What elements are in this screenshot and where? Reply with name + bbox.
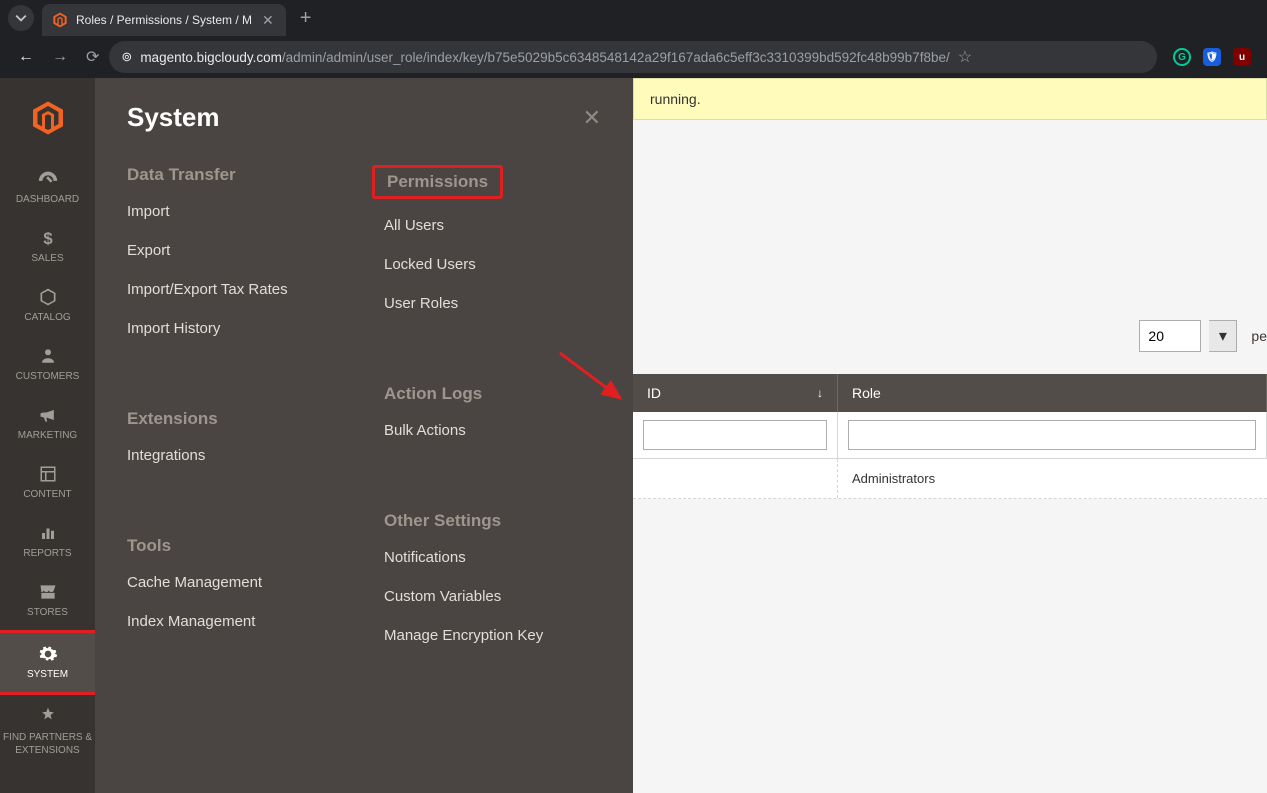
nav-label: DASHBOARD [16,194,79,205]
table-row[interactable]: Administrators [633,459,1267,499]
link-import-history[interactable]: Import History [127,320,344,337]
cell-id [633,459,838,498]
tab-title: Roles / Permissions / System / M [76,13,252,27]
roles-grid: ID↓ Role Administrators [633,374,1267,499]
link-manage-encryption[interactable]: Manage Encryption Key [384,627,601,644]
sidebar-item-system-highlight: SYSTEM [0,630,98,695]
url-text: magento.bigcloudy.com/admin/admin/user_r… [140,50,949,65]
extension-ublock-icon[interactable]: u [1233,48,1251,66]
flyout-column-1: Data Transfer Import Export Import/Expor… [127,165,344,666]
forward-button[interactable]: → [52,48,68,66]
section-other-settings: Other Settings [384,511,601,531]
sidebar-item-dashboard[interactable]: DASHBOARD [0,158,95,217]
layout-icon [37,463,59,485]
link-all-users[interactable]: All Users [384,217,601,234]
sidebar-item-sales[interactable]: $ SALES [0,217,95,276]
sidebar-item-customers[interactable]: CUSTOMERS [0,335,95,394]
megaphone-icon [37,404,59,426]
section-data-transfer: Data Transfer [127,165,344,185]
column-header-role[interactable]: Role [838,374,1267,412]
person-icon [37,345,59,367]
section-permissions-highlight: Permissions [384,165,601,199]
link-index-management[interactable]: Index Management [127,613,344,630]
bars-icon [37,522,59,544]
nav-label: STORES [27,607,68,618]
section-extensions: Extensions [127,409,344,429]
nav-label: CATALOG [24,312,70,323]
browser-toolbar: ← → ⟳ ⊚ magento.bigcloudy.com/admin/admi… [0,36,1267,78]
link-bulk-actions[interactable]: Bulk Actions [384,422,601,439]
flyout-close-icon[interactable]: ✕ [583,105,601,131]
link-user-roles[interactable]: User Roles [384,295,601,312]
browser-tab[interactable]: Roles / Permissions / System / M ✕ [42,4,286,36]
storefront-icon [37,581,59,603]
sidebar-item-reports[interactable]: REPORTS [0,512,95,571]
sort-arrow-down-icon: ↓ [817,386,823,400]
link-import-export-tax[interactable]: Import/Export Tax Rates [127,281,344,298]
back-button[interactable]: ← [18,48,34,66]
partners-icon [37,705,59,727]
nav-label: CONTENT [23,489,71,500]
nav-label: SYSTEM [27,669,68,680]
sidebar-item-catalog[interactable]: CATALOG [0,276,95,335]
nav-label: REPORTS [23,548,71,559]
filter-input-role[interactable] [848,420,1256,450]
admin-sidebar: DASHBOARD $ SALES CATALOG CUSTOMERS MARK… [0,78,95,793]
site-settings-icon[interactable]: ⊚ [121,49,132,65]
section-action-logs: Action Logs [384,384,601,404]
new-tab-button[interactable]: + [286,7,326,30]
browser-chrome: Roles / Permissions / System / M ✕ + ← →… [0,0,1267,78]
system-flyout-panel: System ✕ Data Transfer Import Export Imp… [95,78,633,793]
extension-icons: G 🛡 u [1167,48,1257,66]
grid-toolbar: ▾ pe [633,310,1267,362]
link-notifications[interactable]: Notifications [384,549,601,566]
reload-button[interactable]: ⟳ [86,47,99,67]
section-permissions: Permissions [372,165,503,199]
chevron-down-icon: ▾ [1219,326,1227,346]
link-export[interactable]: Export [127,242,344,259]
magento-logo-icon[interactable] [28,98,68,138]
sidebar-item-marketing[interactable]: MARKETING [0,394,95,453]
tab-search-button[interactable] [8,5,34,31]
sidebar-item-stores[interactable]: STORES [0,571,95,630]
main-content-under: running. ▾ pe ID↓ Role Administrators [633,78,1267,793]
sidebar-item-content[interactable]: CONTENT [0,453,95,512]
section-tools: Tools [127,536,344,556]
svg-text:$: $ [43,229,53,248]
nav-label: FIND PARTNERS & EXTENSIONS [0,731,95,757]
flyout-title: System [127,102,220,133]
flyout-column-2: Permissions All Users Locked Users User … [384,165,601,666]
grid-header-row: ID↓ Role [633,374,1267,412]
dollar-icon: $ [37,227,59,249]
tab-favicon-magento-icon [52,12,68,28]
nav-label: CUSTOMERS [16,371,80,382]
tab-close-icon[interactable]: ✕ [260,12,276,29]
tab-strip: Roles / Permissions / System / M ✕ + [0,0,1267,36]
filter-input-id[interactable] [643,420,827,450]
per-page-label: pe [1251,328,1267,344]
admin-app: DASHBOARD $ SALES CATALOG CUSTOMERS MARK… [0,78,1267,793]
cell-role: Administrators [838,459,1267,498]
link-integrations[interactable]: Integrations [127,447,344,464]
gear-icon [37,643,59,665]
link-import[interactable]: Import [127,203,344,220]
gauge-icon [37,168,59,190]
extension-bitwarden-icon[interactable]: 🛡 [1203,48,1221,66]
cube-icon [37,286,59,308]
nav-label: SALES [31,253,63,264]
address-bar[interactable]: ⊚ magento.bigcloudy.com/admin/admin/user… [109,41,1157,73]
link-locked-users[interactable]: Locked Users [384,256,601,273]
nav-label: MARKETING [18,430,77,441]
per-page-dropdown-button[interactable]: ▾ [1209,320,1237,352]
bookmark-star-icon[interactable]: ☆ [958,47,972,67]
grid-filter-row [633,412,1267,459]
system-notice-bar: running. [633,78,1267,120]
extension-green-icon[interactable]: G [1173,48,1191,66]
per-page-input[interactable] [1139,320,1201,352]
link-custom-variables[interactable]: Custom Variables [384,588,601,605]
sidebar-item-partners[interactable]: FIND PARTNERS & EXTENSIONS [0,695,95,769]
link-cache-management[interactable]: Cache Management [127,574,344,591]
column-header-id[interactable]: ID↓ [633,374,838,412]
sidebar-item-system[interactable]: SYSTEM [0,633,95,692]
